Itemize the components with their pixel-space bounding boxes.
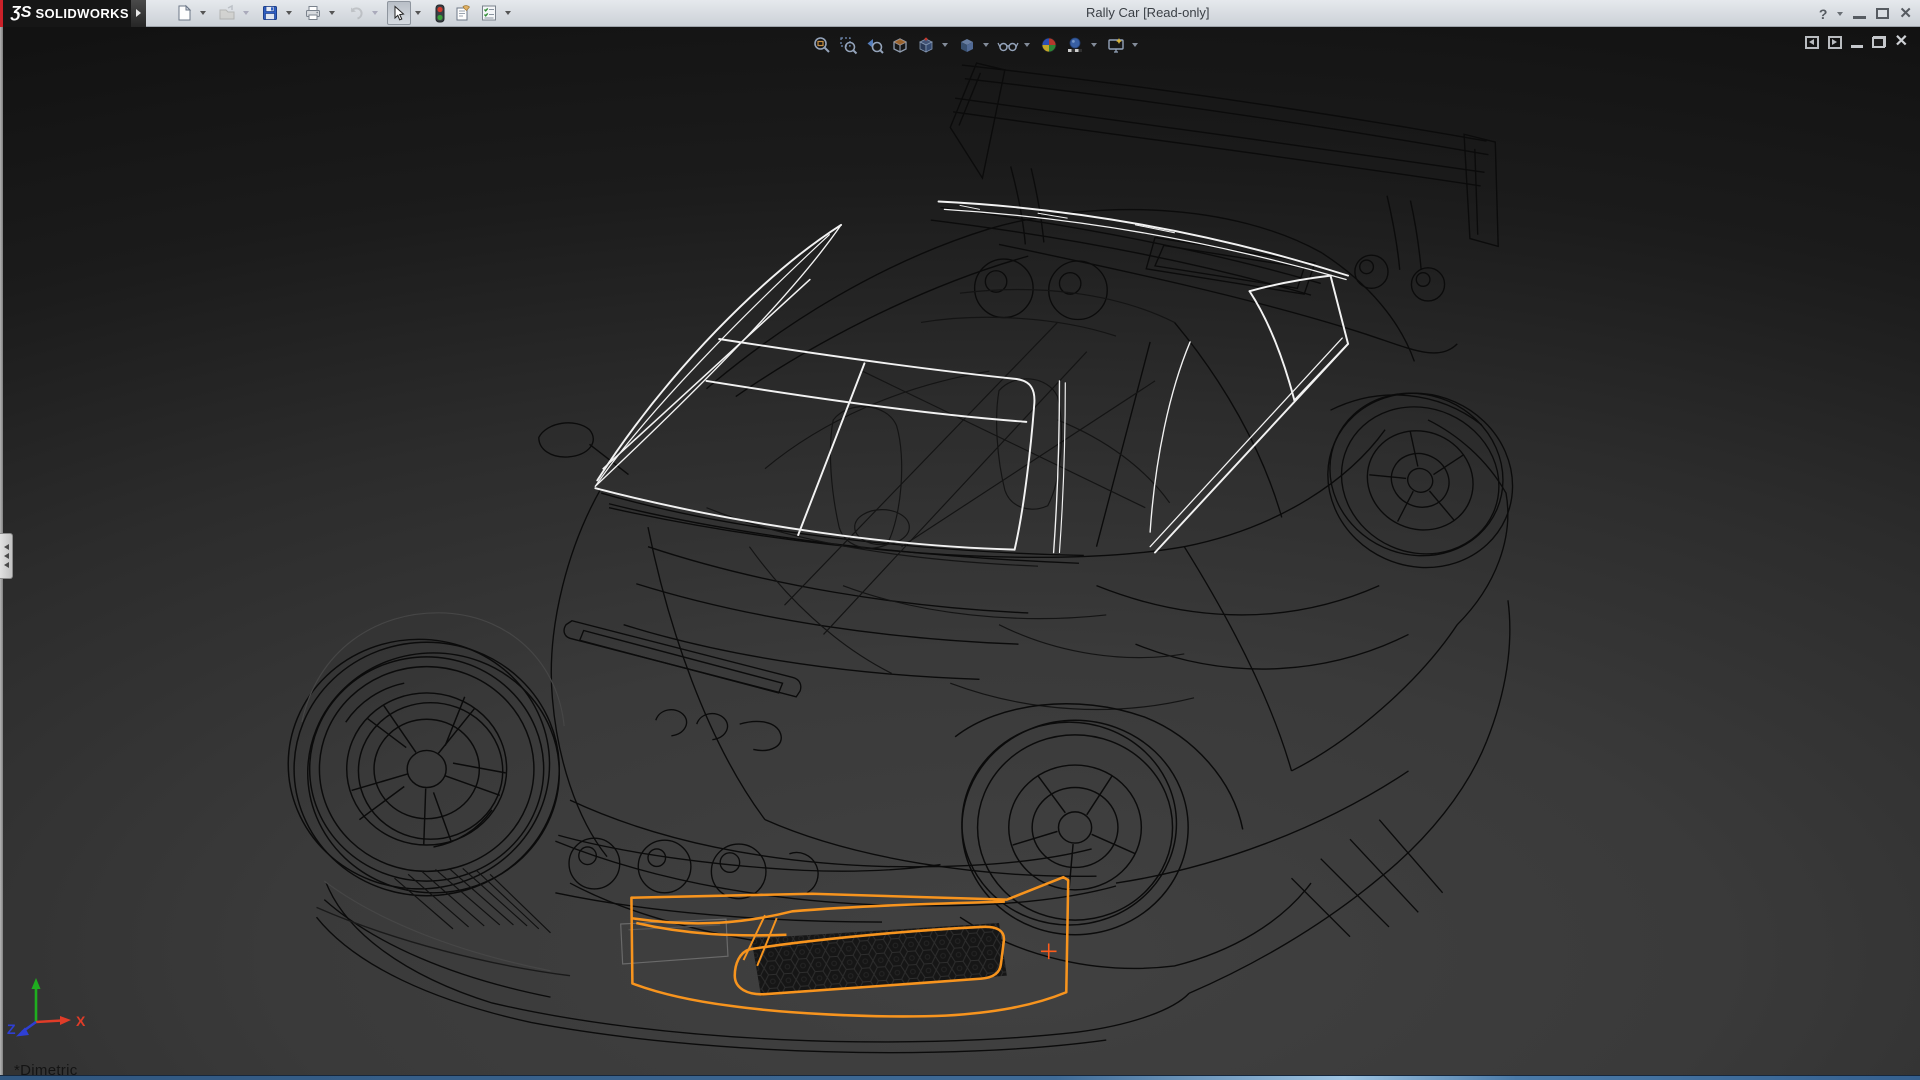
view-orientation-caret[interactable] [940, 33, 949, 56]
view-orientation-icon [916, 35, 936, 55]
collapse-left-icon [4, 553, 9, 559]
section-view-button[interactable] [888, 33, 911, 56]
display-style-button[interactable] [955, 33, 978, 56]
new-dropdown-caret[interactable] [197, 1, 208, 25]
title-bar: ƷS SOLIDWORKS [0, 0, 1920, 27]
help-button[interactable]: ? [1819, 6, 1828, 22]
previous-view-button[interactable] [862, 33, 885, 56]
solidworks-logo: ƷS SOLIDWORKS [0, 0, 131, 27]
flyout-arrow-icon [136, 9, 141, 17]
pointer-crosshair [1041, 944, 1057, 960]
brand-name: SOLIDWORKS [35, 6, 129, 21]
restore-button[interactable] [1876, 8, 1889, 19]
save-button[interactable] [258, 1, 282, 25]
z-axis-label: Z [7, 1021, 16, 1037]
view-settings-caret[interactable] [1130, 33, 1139, 56]
zoom-to-fit-button[interactable] [810, 33, 833, 56]
section-view-icon [890, 35, 910, 55]
logo-red-sliver [0, 0, 3, 27]
undo-button[interactable] [344, 1, 368, 25]
printer-icon [304, 4, 322, 22]
edit-appearance-button[interactable] [1037, 33, 1060, 56]
x-axis-label: X [76, 1013, 86, 1029]
model-canvas[interactable] [0, 27, 1920, 1080]
heads-up-view-toolbar [810, 33, 1142, 56]
toolbar-flyout-button[interactable] [131, 0, 146, 27]
pane-toggle-right-button[interactable] [1828, 36, 1842, 49]
zoom-to-area-icon [838, 35, 858, 55]
view-settings-icon [1106, 35, 1126, 55]
hide-show-items-button[interactable] [996, 33, 1019, 56]
options-button[interactable] [477, 1, 501, 25]
standard-toolbar [172, 0, 519, 27]
options-checklist-icon [480, 4, 498, 22]
display-style-icon [957, 35, 977, 55]
display-style-caret[interactable] [981, 33, 990, 56]
save-dropdown-caret[interactable] [283, 1, 294, 25]
document-window-controls: ✕ [1805, 34, 1908, 50]
window-controls: ? ✕ [1819, 0, 1912, 27]
open-dropdown-caret[interactable] [240, 1, 251, 25]
hide-show-items-caret[interactable] [1022, 33, 1031, 56]
status-bar-edge [0, 1075, 1920, 1080]
options-dropdown-caret[interactable] [502, 1, 513, 25]
collapse-left-icon [4, 544, 9, 550]
file-properties-button[interactable] [451, 1, 476, 25]
collapse-left-icon [4, 562, 9, 568]
close-button[interactable]: ✕ [1899, 6, 1912, 21]
open-folder-icon [218, 4, 236, 22]
select-dropdown-caret[interactable] [412, 1, 423, 25]
zoom-to-fit-icon [812, 35, 832, 55]
view-settings-button[interactable] [1104, 33, 1127, 56]
view-orientation-button[interactable] [914, 33, 937, 56]
select-button[interactable] [387, 1, 411, 25]
traffic-light-icon [433, 4, 447, 23]
previous-view-icon [864, 35, 884, 55]
save-floppy-icon [261, 4, 279, 22]
graphics-viewport[interactable]: ✕ X Z *Dimetric [0, 27, 1920, 1080]
solidworks-window: ƷS SOLIDWORKS [0, 0, 1920, 1080]
apply-scene-button[interactable] [1063, 33, 1086, 56]
new-button[interactable] [172, 1, 196, 25]
open-button[interactable] [215, 1, 239, 25]
print-dropdown-caret[interactable] [326, 1, 337, 25]
appearance-ball-icon [1039, 35, 1059, 55]
select-cursor-icon [390, 4, 408, 22]
apply-scene-caret[interactable] [1089, 33, 1098, 56]
right-triangle-icon [1832, 39, 1837, 45]
highlighted-edges[interactable] [595, 202, 1348, 553]
print-button[interactable] [301, 1, 325, 25]
left-triangle-icon [1809, 39, 1814, 45]
undo-arrow-icon [347, 4, 365, 22]
orientation-triad[interactable]: X Z [6, 976, 96, 1056]
minimize-document-button[interactable] [1851, 45, 1863, 48]
apply-scene-icon [1065, 35, 1085, 55]
restore-document-button[interactable] [1872, 36, 1886, 48]
eyeglasses-icon [997, 35, 1019, 55]
help-dropdown-caret[interactable] [1837, 12, 1843, 16]
window-title: Rally Car [Read-only] [1086, 5, 1210, 20]
pane-toggle-left-button[interactable] [1805, 36, 1819, 49]
undo-dropdown-caret[interactable] [369, 1, 380, 25]
ds-logo-glyph: ƷS [11, 4, 31, 22]
new-document-icon [175, 4, 193, 22]
featuremanager-flyout-tab[interactable] [0, 533, 13, 579]
minimize-button[interactable] [1853, 16, 1866, 19]
file-properties-icon [454, 4, 473, 22]
rebuild-button[interactable] [430, 1, 450, 25]
zoom-to-area-button[interactable] [836, 33, 859, 56]
accent-edges [302, 613, 728, 971]
close-document-button[interactable]: ✕ [1895, 34, 1908, 50]
